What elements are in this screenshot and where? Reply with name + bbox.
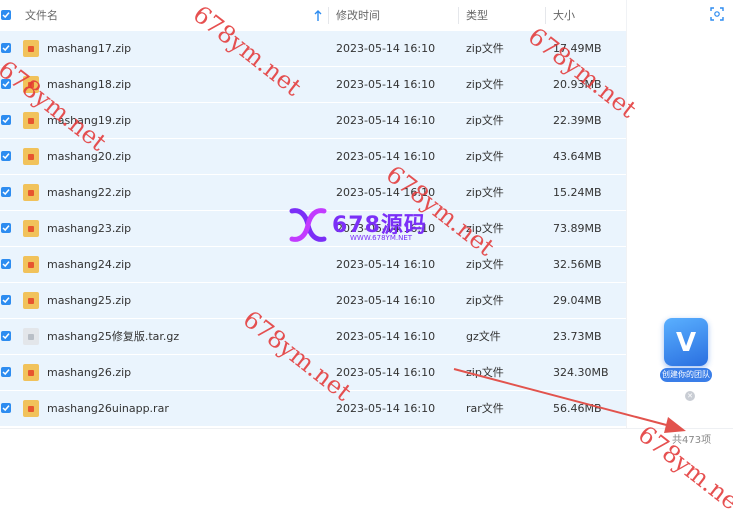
site-logo: 678源码 WWW.678YM.NET xyxy=(286,205,456,245)
file-name[interactable]: mashang26uinapp.rar xyxy=(47,391,169,426)
v-letter-icon: V xyxy=(676,328,696,358)
row-checkbox[interactable] xyxy=(1,79,11,89)
file-size: 29.04MB xyxy=(553,294,602,307)
file-name[interactable]: mashang22.zip xyxy=(47,175,131,210)
file-modified: 2023-05-14 16:10 xyxy=(336,150,436,163)
row-checkbox[interactable] xyxy=(1,43,11,53)
file-size: 32.56MB xyxy=(553,258,602,271)
file-size: 23.73MB xyxy=(553,330,602,343)
scan-icon[interactable] xyxy=(710,7,724,21)
row-checkbox[interactable] xyxy=(1,187,11,197)
file-size: 15.24MB xyxy=(553,186,602,199)
file-size: 73.89MB xyxy=(553,222,602,235)
check-icon xyxy=(2,81,10,88)
gz-archive-icon xyxy=(23,328,39,345)
file-name[interactable]: mashang23.zip xyxy=(47,211,131,246)
row-checkbox[interactable] xyxy=(1,115,11,125)
file-size: 20.93MB xyxy=(553,78,602,91)
file-size: 22.39MB xyxy=(553,114,602,127)
file-type: zip文件 xyxy=(466,186,504,199)
check-icon xyxy=(2,261,10,268)
file-name[interactable]: mashang19.zip xyxy=(47,103,131,138)
file-type: zip文件 xyxy=(466,258,504,271)
table-row[interactable]: mashang18.zip 2023-05-14 16:10 zip文件 20.93M… xyxy=(0,67,626,103)
zip-archive-icon xyxy=(23,40,39,57)
table-row[interactable]: mashang24.zip 2023-05-14 16:10 zip文件 32.56M… xyxy=(0,247,626,283)
file-name[interactable]: mashang25修复版.tar.gz xyxy=(47,319,179,354)
table-row[interactable]: mashang20.zip 2023-05-14 16:10 zip文件 43.64M… xyxy=(0,139,626,175)
column-separator[interactable] xyxy=(458,7,459,24)
sort-ascending-icon[interactable] xyxy=(314,10,322,22)
badge-letter: V xyxy=(676,328,696,358)
column-header-name[interactable]: 文件名 xyxy=(25,0,58,31)
row-checkbox[interactable] xyxy=(1,259,11,269)
row-checkbox[interactable] xyxy=(1,223,11,233)
file-type: zip文件 xyxy=(466,222,504,235)
rar-archive-icon xyxy=(23,400,39,417)
table-row[interactable]: mashang25修复版.tar.gz 2023-05-14 16:10 gz文件 2… xyxy=(0,319,626,355)
file-modified: 2023-05-14 16:10 xyxy=(336,402,436,415)
column-separator[interactable] xyxy=(328,7,329,24)
row-checkbox[interactable] xyxy=(1,151,11,161)
zip-archive-icon xyxy=(23,112,39,129)
file-name[interactable]: mashang24.zip xyxy=(47,247,131,282)
file-modified: 2023-05-14 16:10 xyxy=(336,258,436,271)
table-row[interactable]: mashang25.zip 2023-05-14 16:10 zip文件 29.04M… xyxy=(0,283,626,319)
row-checkbox[interactable] xyxy=(1,367,11,377)
row-checkbox[interactable] xyxy=(1,295,11,305)
file-type: zip文件 xyxy=(466,294,504,307)
zip-archive-icon xyxy=(23,256,39,273)
file-type: zip文件 xyxy=(466,78,504,91)
zip-archive-icon xyxy=(23,292,39,309)
file-modified: 2023-05-14 16:10 xyxy=(336,78,436,91)
row-checkbox[interactable] xyxy=(1,331,11,341)
check-icon xyxy=(2,153,10,160)
select-all-checkbox[interactable] xyxy=(1,10,11,20)
zip-archive-icon xyxy=(23,148,39,165)
file-name[interactable]: mashang26.zip xyxy=(47,355,131,390)
check-icon xyxy=(2,297,10,304)
file-type: zip文件 xyxy=(466,150,504,163)
check-icon xyxy=(2,45,10,52)
column-separator[interactable] xyxy=(545,7,546,24)
v-logo-icon: V xyxy=(664,318,708,366)
check-icon xyxy=(2,405,10,412)
table-row[interactable]: mashang19.zip 2023-05-14 16:10 zip文件 22.39M… xyxy=(0,103,626,139)
red-arrow-icon xyxy=(453,368,686,433)
check-icon xyxy=(2,117,10,124)
column-header-size[interactable]: 大小 xyxy=(553,0,575,31)
file-size: 17.49MB xyxy=(553,42,602,55)
column-header-type[interactable]: 类型 xyxy=(466,0,488,31)
file-name[interactable]: mashang17.zip xyxy=(47,31,131,66)
file-modified: 2023-05-14 16:10 xyxy=(336,42,436,55)
logo-mark-icon xyxy=(289,208,327,242)
file-type: gz文件 xyxy=(466,330,501,343)
column-header-modified[interactable]: 修改时间 xyxy=(336,0,380,31)
file-modified: 2023-05-14 16:10 xyxy=(336,114,436,127)
zip-archive-icon xyxy=(23,220,39,237)
file-type: zip文件 xyxy=(466,42,504,55)
file-modified: 2023-05-14 16:10 xyxy=(336,366,436,379)
file-name[interactable]: mashang20.zip xyxy=(47,139,131,174)
table-header: 文件名 修改时间 类型 大小 xyxy=(0,0,626,32)
file-type: zip文件 xyxy=(466,114,504,127)
zip-archive-icon xyxy=(23,364,39,381)
check-icon xyxy=(2,189,10,196)
file-name[interactable]: mashang18.zip xyxy=(47,67,131,102)
logo-url: WWW.678YM.NET xyxy=(350,234,413,242)
table-row[interactable]: mashang17.zip 2023-05-14 16:10 zip文件 17.49M… xyxy=(0,31,626,67)
check-icon xyxy=(2,225,10,232)
file-modified: 2023-05-14 16:10 xyxy=(336,330,436,343)
check-icon xyxy=(2,333,10,340)
file-name[interactable]: mashang25.zip xyxy=(47,283,131,318)
file-size: 43.64MB xyxy=(553,150,602,163)
check-icon xyxy=(2,369,10,376)
file-modified: 2023-05-14 16:10 xyxy=(336,294,436,307)
zip-archive-icon xyxy=(23,76,39,93)
check-icon xyxy=(2,12,10,19)
zip-archive-icon xyxy=(23,184,39,201)
row-checkbox[interactable] xyxy=(1,403,11,413)
